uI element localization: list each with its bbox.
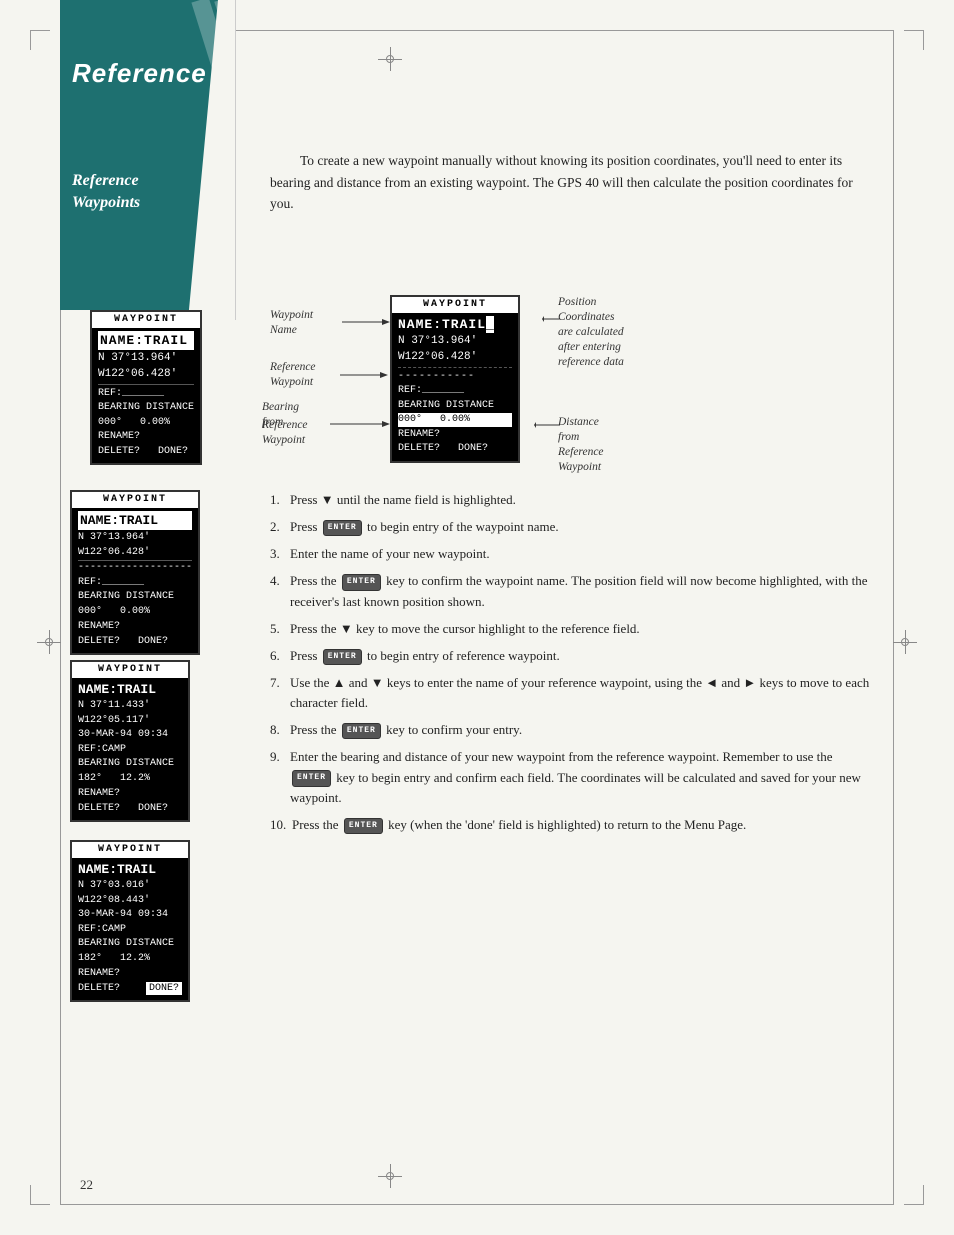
instruction-10: 10. Press the ENTER key (when the 'done'… — [270, 815, 874, 835]
tick-br-h — [904, 1204, 924, 1205]
left-screen-1: WAYPOINT NAME:TRAIL N 37°13.964' W122°06… — [70, 490, 200, 655]
annot-ref-waypoint: ReferenceWaypoint — [270, 360, 316, 390]
instruction-5: 5. Press the ▼ key to move the cursor hi… — [270, 619, 874, 639]
tick-bl-v — [30, 1185, 31, 1205]
annot-distance: DistancefromReferenceWaypoint — [558, 415, 604, 475]
instruction-1: 1. Press ▼ until the name field is highl… — [270, 490, 874, 510]
instructions-section: 1. Press ▼ until the name field is highl… — [270, 490, 874, 842]
page-number: 22 — [80, 1177, 93, 1193]
border-bottom — [60, 1204, 894, 1205]
annot-position-coords: PositionCoordinatesare calculatedafter e… — [558, 295, 624, 370]
tick-bl-h — [30, 1204, 50, 1205]
tick-br-v — [923, 1185, 924, 1205]
tick-tl-v — [30, 30, 31, 50]
tick-tl-h — [30, 30, 50, 31]
annot-bearing2: ReferenceWaypoint — [262, 418, 308, 448]
sidebar-right-border — [235, 0, 236, 320]
tick-tr-v — [923, 30, 924, 50]
diagram-screen-small: WAYPOINT NAME:TRAIL N 37°13.964' W122°06… — [90, 310, 202, 465]
border-right — [893, 30, 894, 1205]
reference-title: Reference — [72, 58, 207, 89]
instruction-6: 6. Press ENTER to begin entry of referen… — [270, 646, 874, 666]
left-screen-2: WAYPOINT NAME:TRAIL N 37°11.433' W122°05… — [70, 660, 190, 822]
reference-subtitle: Reference Waypoints — [72, 170, 140, 215]
annot-waypoint-name: WaypointName — [270, 308, 313, 338]
instruction-2: 2. Press ENTER to begin entry of the way… — [270, 517, 874, 537]
diagram-screen-main: WAYPOINT NAME:TRAIL_ N 37°13.964' W122°0… — [390, 295, 520, 463]
crosshair-top — [378, 47, 402, 71]
annot-arrow-pos — [542, 312, 562, 330]
annot-arrow-dist — [534, 418, 562, 436]
instruction-9: 9. Enter the bearing and distance of you… — [270, 747, 874, 807]
instruction-7: 7. Use the ▲ and ▼ keys to enter the nam… — [270, 673, 874, 713]
annot-arrow-name — [342, 315, 390, 333]
annot-arrow-bearing — [330, 417, 390, 435]
tick-tr-h — [904, 30, 924, 31]
instruction-4: 4. Press the ENTER key to confirm the wa… — [270, 571, 874, 611]
sidebar-diagonal-lines — [60, 0, 260, 320]
left-screen-3: WAYPOINT NAME:TRAIL N 37°03.016' W122°08… — [70, 840, 190, 1002]
intro-paragraph: To create a new waypoint manually withou… — [270, 150, 874, 215]
annot-arrow-ref — [340, 368, 388, 386]
instruction-8: 8. Press the ENTER key to confirm your e… — [270, 720, 874, 740]
crosshair-left — [37, 630, 61, 654]
crosshair-right — [893, 630, 917, 654]
crosshair-bottom — [378, 1164, 402, 1188]
instruction-3: 3. Enter the name of your new waypoint. — [270, 544, 874, 564]
